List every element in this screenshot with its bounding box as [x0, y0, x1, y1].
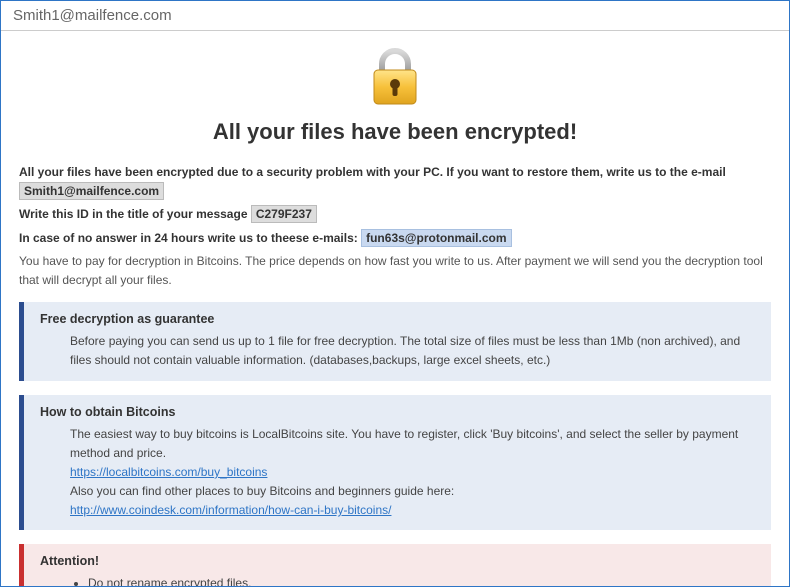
intro-text-1: All your files have been encrypted due t… — [19, 165, 726, 179]
message-id: C279F237 — [251, 205, 317, 223]
box-title-1: Free decryption as guarantee — [40, 312, 755, 326]
box-title-2: How to obtain Bitcoins — [40, 405, 755, 419]
box-title-3: Attention! — [40, 554, 755, 568]
obtain-bitcoins-box: How to obtain Bitcoins The easiest way t… — [19, 395, 771, 531]
window-title: Smith1@mailfence.com — [1, 1, 789, 31]
intro-line-3: In case of no answer in 24 hours write u… — [19, 229, 771, 248]
box-body-2: The easiest way to buy bitcoins is Local… — [40, 425, 755, 521]
intro-text-3: In case of no answer in 24 hours write u… — [19, 231, 361, 245]
box-body-3: Do not rename encrypted files. Do not tr… — [40, 574, 755, 586]
main-heading: All your files have been encrypted! — [19, 119, 771, 145]
intro-line-1: All your files have been encrypted due t… — [19, 163, 771, 201]
lock-icon — [19, 46, 771, 111]
box-body-1: Before paying you can send us up to 1 fi… — [40, 332, 755, 370]
payment-line: You have to pay for decryption in Bitcoi… — [19, 252, 771, 290]
list-item: Do not rename encrypted files. — [88, 574, 755, 586]
attention-box: Attention! Do not rename encrypted files… — [19, 544, 771, 586]
free-decryption-box: Free decryption as guarantee Before payi… — [19, 302, 771, 380]
app-window: Smith1@mailfence.com — [0, 0, 790, 587]
content-area[interactable]: All your files have been encrypted! All … — [1, 31, 789, 586]
bitcoins-text-1: The easiest way to buy bitcoins is Local… — [70, 425, 755, 463]
intro-text-2: Write this ID in the title of your messa… — [19, 207, 251, 221]
attention-list: Do not rename encrypted files. Do not tr… — [70, 574, 755, 586]
intro-line-2: Write this ID in the title of your messa… — [19, 205, 771, 224]
bitcoins-link-1[interactable]: https://localbitcoins.com/buy_bitcoins — [70, 465, 267, 479]
email-2: fun63s@protonmail.com — [361, 229, 511, 247]
bitcoins-link-2[interactable]: http://www.coindesk.com/information/how-… — [70, 503, 391, 517]
email-1: Smith1@mailfence.com — [19, 182, 164, 200]
bitcoins-text-2: Also you can find other places to buy Bi… — [70, 482, 755, 501]
